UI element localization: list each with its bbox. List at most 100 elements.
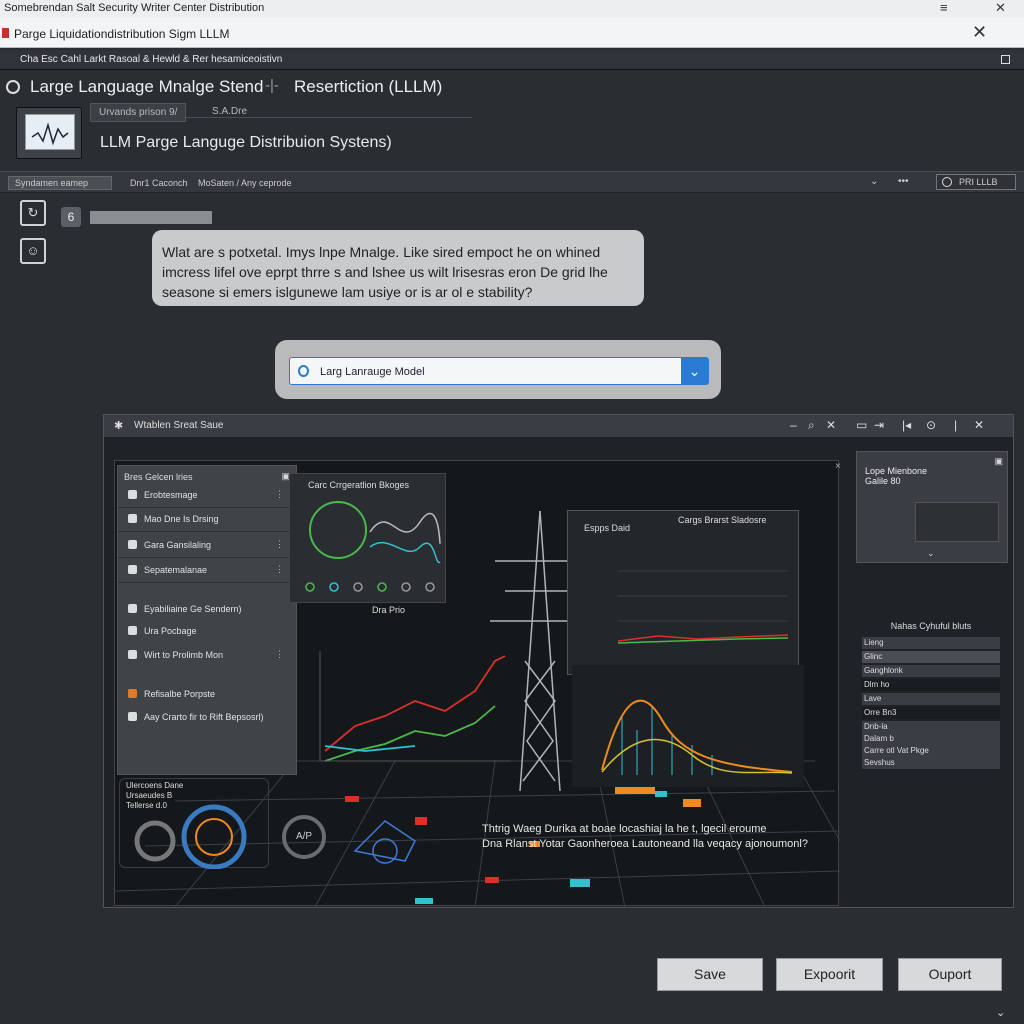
toolbar-tab-main[interactable]: Syndamen eamep [8,176,112,190]
nav-item-6[interactable]: Wirt to Prolimb Mon ⋮ [118,644,296,668]
close-icon[interactable]: ✕ [974,418,984,432]
refresh-icon[interactable]: ↻ [20,200,46,226]
parameter-list: Nahas Cyhuful bluts Lieng Glinc Ganghlon… [862,621,1000,769]
nav-item-icon [128,626,137,635]
page-subtitle: LLM Parge Languge Distribuion Systens) [100,134,392,151]
list-item[interactable]: Ganghlonk [862,665,1000,677]
card1-title: Carc Crrgeratlion Bkoges [308,480,410,490]
tab-active[interactable]: Parge Liquidationdistribution Sigm LLLM [14,27,229,41]
overlay-line-1: Thtrig Waeg Durika at boae locashiaj la … [482,823,767,835]
model-select[interactable]: Larg Lanrauge Model ⌄ [289,357,709,385]
os-title-bar: Somebrendan Salt Security Writer Center … [0,0,1024,18]
dashboard-title-bar: ✱ Wtablen Sreat Saue – ⌕ ✕ ▭ ⇥ |◂ ⊙ | ✕ [104,415,1013,437]
chevron-down-icon[interactable]: ⌄ [996,1006,1005,1019]
nav-item-icon [128,712,137,721]
toolbar-item-1[interactable]: Dnr1 Caconch [130,178,188,188]
list-item[interactable]: Carre otl Vat Pkge [862,745,1000,757]
gauge-panel: Ulercoens Dane Ursaeudes B Tellerse d.0 [119,778,269,869]
redacted-user-name [90,211,212,224]
dashboard-window: ✱ Wtablen Sreat Saue – ⌕ ✕ ▭ ⇥ |◂ ⊙ | ✕ [103,414,1014,908]
nav-item-1[interactable]: Mao Dne Is Drsing [118,508,296,532]
list-item[interactable]: Lieng [862,637,1000,649]
list-item[interactable]: Glinc [862,651,1000,663]
machinery-model [353,820,416,864]
peak-chart [601,699,793,775]
export-button[interactable]: Expoorit [776,958,883,991]
nav-item-3[interactable]: Sepatemalanae ⋮ [118,559,296,583]
chat-question-bubble: Wlat are s potxetal. Imys lnpe Mnalge. L… [152,230,644,306]
more-icon[interactable]: ⋮ [275,564,284,575]
more-icon[interactable]: ⋮ [275,489,284,500]
chevron-down-icon[interactable]: ⌄ [870,176,878,187]
search-icon[interactable]: ⌕ [808,418,815,433]
output-button[interactable]: Ouport [898,958,1002,991]
maximize-icon[interactable] [1001,55,1010,64]
card-right-label: Espps Daid [584,523,631,533]
nav-item-2[interactable]: Gara Gansilaling ⋮ [118,534,296,558]
close-icon[interactable]: ✕ [826,418,836,432]
oscillation-chart-card: Carc Crrgeratlion Bkoges [289,473,446,603]
nav-item-icon [128,540,137,549]
nav-item-label: Erobtesmage [144,490,198,500]
pin-icon[interactable]: | [954,418,957,432]
user-badge: 6 [61,207,81,227]
viewport-overlay-text: Thtrig Waeg Durika at boae locashiaj la … [482,822,822,852]
nav-item-4[interactable]: Eyabiliaine Ge Sendern) [118,598,296,622]
list-item[interactable]: Dnb-la [862,721,1000,733]
nav-item-5[interactable]: Ura Pocbage [118,620,296,644]
bot-icon[interactable]: ☺ [20,238,46,264]
nav-item-7[interactable]: Refisalbe Porpste [118,683,296,707]
nav-panel: Bres Gelcen lries ▣ Erobtesmage ⋮ Mao Dne… [117,465,297,775]
tab-close-icon[interactable]: ✕ [972,22,987,43]
nav-item-label: Mao Dne Is Drsing [144,514,219,524]
minimize-icon[interactable]: – [790,418,797,432]
title-separator-icon: -|- [265,77,279,94]
nav-item-0[interactable]: Erobtesmage ⋮ [118,484,296,508]
gauge-label-1: Ulercoens Dane [126,781,184,790]
save-button[interactable]: Save [657,958,763,991]
bookmark-icon[interactable]: |◂ [902,418,911,432]
nav-item-icon [128,604,137,613]
close-icon[interactable]: ✕ [995,0,1006,16]
list-item[interactable]: Lave [862,693,1000,705]
chevron-down-icon[interactable]: ⌄ [681,358,708,384]
card-menu-icon[interactable]: ▣ [994,456,1003,467]
menu-icon[interactable]: ≡ [940,0,948,15]
viewport-close-icon[interactable]: × [835,461,841,472]
more-icon[interactable]: ⋮ [275,649,284,660]
list-item[interactable]: Dlm ho [862,679,1000,691]
menu-bar-label[interactable]: Cha Esc Cahl Larkt Rasoal & Hewld & Rer … [20,54,282,65]
nav-item-label: Gara Gansilaling [144,540,212,550]
nav-item-label: Sepatemalanae [144,565,208,575]
date-chip: S.A.Dre [212,106,248,117]
os-title-text: Somebrendan Salt Security Writer Center … [4,2,265,14]
nav-item-8[interactable]: Aay Crarto fir to Rift Bepsosrl) [118,706,296,730]
model-info-card: Lope Mienbone Galile 80 ▣ ⌄ [856,451,1008,563]
circle-icon [942,177,952,187]
list-item[interactable]: Orre Bn3 [862,707,1000,719]
chevron-down-icon[interactable]: ⌄ [927,548,935,559]
settings-icon[interactable]: ⊙ [926,418,936,432]
oscillation-chart [305,501,441,592]
more-icon[interactable]: ⋮ [275,539,284,550]
search-icon [298,365,309,377]
list-item[interactable]: Sevshus [862,757,1000,769]
nav-item-icon [128,565,137,574]
version-chip[interactable]: Urvands prison 9/ [90,103,187,122]
more-icon[interactable]: ••• [898,176,909,187]
tab-bar: Parge Liquidationdistribution Sigm LLLM … [0,18,1024,48]
app-icon [6,80,20,94]
monitor-icon [16,107,82,159]
nav-item-icon [128,514,137,523]
nav-panel-title: Bres Gelcen lries [124,472,193,482]
gear-icon[interactable]: ✱ [114,419,123,432]
dashboard-title: Wtablen Sreat Saue [134,420,224,431]
list-item[interactable]: Dalam b [862,733,1000,745]
model-info-detail [915,502,999,542]
overlay-line-2: Dna Rlanst Yotar Gaonheroea Lautoneand l… [482,838,808,850]
status-label: PRI LLLB [959,177,998,187]
folder-icon[interactable]: ▭ [856,418,867,432]
gauge-small [134,820,176,862]
toolbar-item-2[interactable]: MoSaten / Any ceprode [198,178,292,188]
share-icon[interactable]: ⇥ [874,418,884,432]
